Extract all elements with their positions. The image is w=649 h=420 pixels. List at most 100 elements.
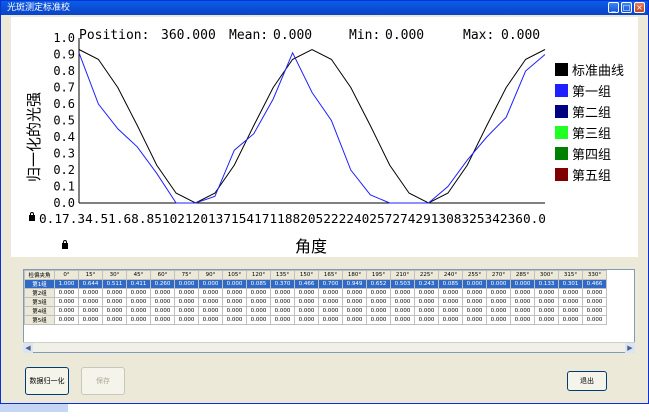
table-cell[interactable]: 0.000	[414, 306, 439, 316]
table-cell[interactable]: 0.000	[534, 315, 559, 325]
table-cell[interactable]: 0.085	[438, 279, 463, 289]
table-cell[interactable]: 0.000	[78, 306, 103, 316]
table-cell[interactable]: 0.000	[414, 315, 439, 325]
column-header[interactable]: 45°	[126, 270, 151, 280]
column-header[interactable]: 180°	[342, 270, 367, 280]
table-row[interactable]: 第2组 0.000 0.000 0.000 0.000 0.000 0.000 0.000 0.…	[24, 288, 607, 298]
maximize-button[interactable]: □	[621, 2, 632, 13]
table-cell[interactable]: 0.000	[174, 306, 199, 316]
row-header[interactable]: 第2组	[24, 288, 55, 298]
table-cell[interactable]: 0.000	[270, 315, 295, 325]
table-cell[interactable]: 0.700	[318, 279, 343, 289]
table-cell[interactable]: 0.000	[534, 306, 559, 316]
table-cell[interactable]: 0.000	[390, 288, 415, 298]
column-header[interactable]: 270°	[486, 270, 511, 280]
table-cell[interactable]: 0.000	[414, 288, 439, 298]
table-cell[interactable]: 0.000	[270, 297, 295, 307]
table-cell[interactable]: 0.000	[558, 288, 583, 298]
table-cell[interactable]: 0.000	[174, 297, 199, 307]
table-cell[interactable]: 0.000	[222, 315, 247, 325]
table-cell[interactable]: 0.000	[78, 297, 103, 307]
table-cell[interactable]: 0.503	[390, 279, 415, 289]
table-cell[interactable]: 0.000	[462, 288, 487, 298]
table-cell[interactable]: 0.000	[294, 288, 319, 298]
column-header[interactable]: 15°	[78, 270, 103, 280]
lock-icon[interactable]	[62, 240, 68, 249]
table-cell[interactable]: 0.260	[150, 279, 175, 289]
table-cell[interactable]: 0.000	[342, 288, 367, 298]
table-cell[interactable]: 1.000	[54, 279, 79, 289]
table-cell[interactable]: 0.000	[366, 315, 391, 325]
table-cell[interactable]: 0.644	[78, 279, 103, 289]
table-cell[interactable]: 0.000	[294, 315, 319, 325]
column-header[interactable]: 195°	[366, 270, 391, 280]
table-cell[interactable]: 0.000	[462, 279, 487, 289]
table-cell[interactable]: 0.411	[126, 279, 151, 289]
column-header[interactable]: 315°	[558, 270, 583, 280]
table-cell[interactable]: 0.000	[438, 288, 463, 298]
table-cell[interactable]: 0.000	[342, 306, 367, 316]
table-cell[interactable]: 0.000	[222, 288, 247, 298]
table-cell[interactable]: 0.000	[126, 306, 151, 316]
table-cell[interactable]: 0.000	[102, 288, 127, 298]
table-cell[interactable]: 0.000	[222, 297, 247, 307]
table-row[interactable]: 第4组 0.000 0.000 0.000 0.000 0.000 0.000 0.000 0.…	[24, 306, 607, 316]
table-cell[interactable]: 0.000	[198, 279, 223, 289]
exit-button[interactable]: 退出	[567, 371, 607, 391]
column-header[interactable]: 285°	[510, 270, 535, 280]
table-cell[interactable]: 0.000	[150, 315, 175, 325]
table-cell[interactable]: 0.000	[342, 297, 367, 307]
table-cell[interactable]: 0.000	[246, 315, 271, 325]
column-header[interactable]: 检偏夹角	[24, 270, 55, 280]
table-cell[interactable]: 0.000	[174, 315, 199, 325]
table-cell[interactable]: 0.000	[462, 306, 487, 316]
table-cell[interactable]: 0.000	[390, 297, 415, 307]
table-cell[interactable]: 0.243	[414, 279, 439, 289]
table-cell[interactable]: 0.000	[126, 297, 151, 307]
scroll-right-icon[interactable]: ▶	[625, 343, 635, 353]
table-cell[interactable]: 0.000	[486, 279, 511, 289]
table-cell[interactable]: 0.000	[198, 288, 223, 298]
table-cell[interactable]: 0.000	[78, 315, 103, 325]
column-header[interactable]: 60°	[150, 270, 175, 280]
table-cell[interactable]: 0.000	[54, 297, 79, 307]
table-cell[interactable]: 0.000	[126, 315, 151, 325]
table-cell[interactable]: 0.000	[558, 306, 583, 316]
table-cell[interactable]: 0.000	[462, 297, 487, 307]
column-header[interactable]: 135°	[270, 270, 295, 280]
table-cell[interactable]: 0.000	[246, 288, 271, 298]
table-cell[interactable]: 0.000	[486, 306, 511, 316]
table-cell[interactable]: 0.000	[582, 315, 607, 325]
column-header[interactable]: 240°	[438, 270, 463, 280]
table-cell[interactable]: 0.133	[534, 279, 559, 289]
column-header[interactable]: 165°	[318, 270, 343, 280]
table-cell[interactable]: 0.949	[342, 279, 367, 289]
table-cell[interactable]: 0.000	[486, 315, 511, 325]
table-cell[interactable]: 0.000	[54, 315, 79, 325]
table-cell[interactable]: 0.000	[270, 306, 295, 316]
table-cell[interactable]: 0.000	[102, 315, 127, 325]
row-header[interactable]: 第1组	[24, 279, 55, 289]
table-cell[interactable]: 0.652	[366, 279, 391, 289]
table-cell[interactable]: 0.000	[174, 288, 199, 298]
row-header[interactable]: 第4组	[24, 306, 55, 316]
column-header[interactable]: 300°	[534, 270, 559, 280]
column-header[interactable]: 120°	[246, 270, 271, 280]
horizontal-scrollbar[interactable]: ◀ ▶	[23, 342, 635, 353]
table-cell[interactable]: 0.000	[582, 288, 607, 298]
table-row[interactable]: 第3组 0.000 0.000 0.000 0.000 0.000 0.000 0.000 0.…	[24, 297, 607, 307]
scroll-left-icon[interactable]: ◀	[23, 343, 33, 353]
table-cell[interactable]: 0.000	[414, 297, 439, 307]
normalize-button[interactable]: 数据归一化	[25, 367, 69, 395]
column-header[interactable]: 225°	[414, 270, 439, 280]
table-cell[interactable]: 0.000	[486, 288, 511, 298]
column-header[interactable]: 30°	[102, 270, 127, 280]
row-header[interactable]: 第5组	[24, 315, 55, 325]
table-cell[interactable]: 0.466	[294, 279, 319, 289]
table-cell[interactable]: 0.000	[438, 315, 463, 325]
table-cell[interactable]: 0.000	[102, 306, 127, 316]
table-cell[interactable]: 0.000	[198, 297, 223, 307]
table-cell[interactable]: 0.000	[174, 279, 199, 289]
table-cell[interactable]: 0.000	[318, 288, 343, 298]
close-button[interactable]: ×	[634, 2, 645, 13]
